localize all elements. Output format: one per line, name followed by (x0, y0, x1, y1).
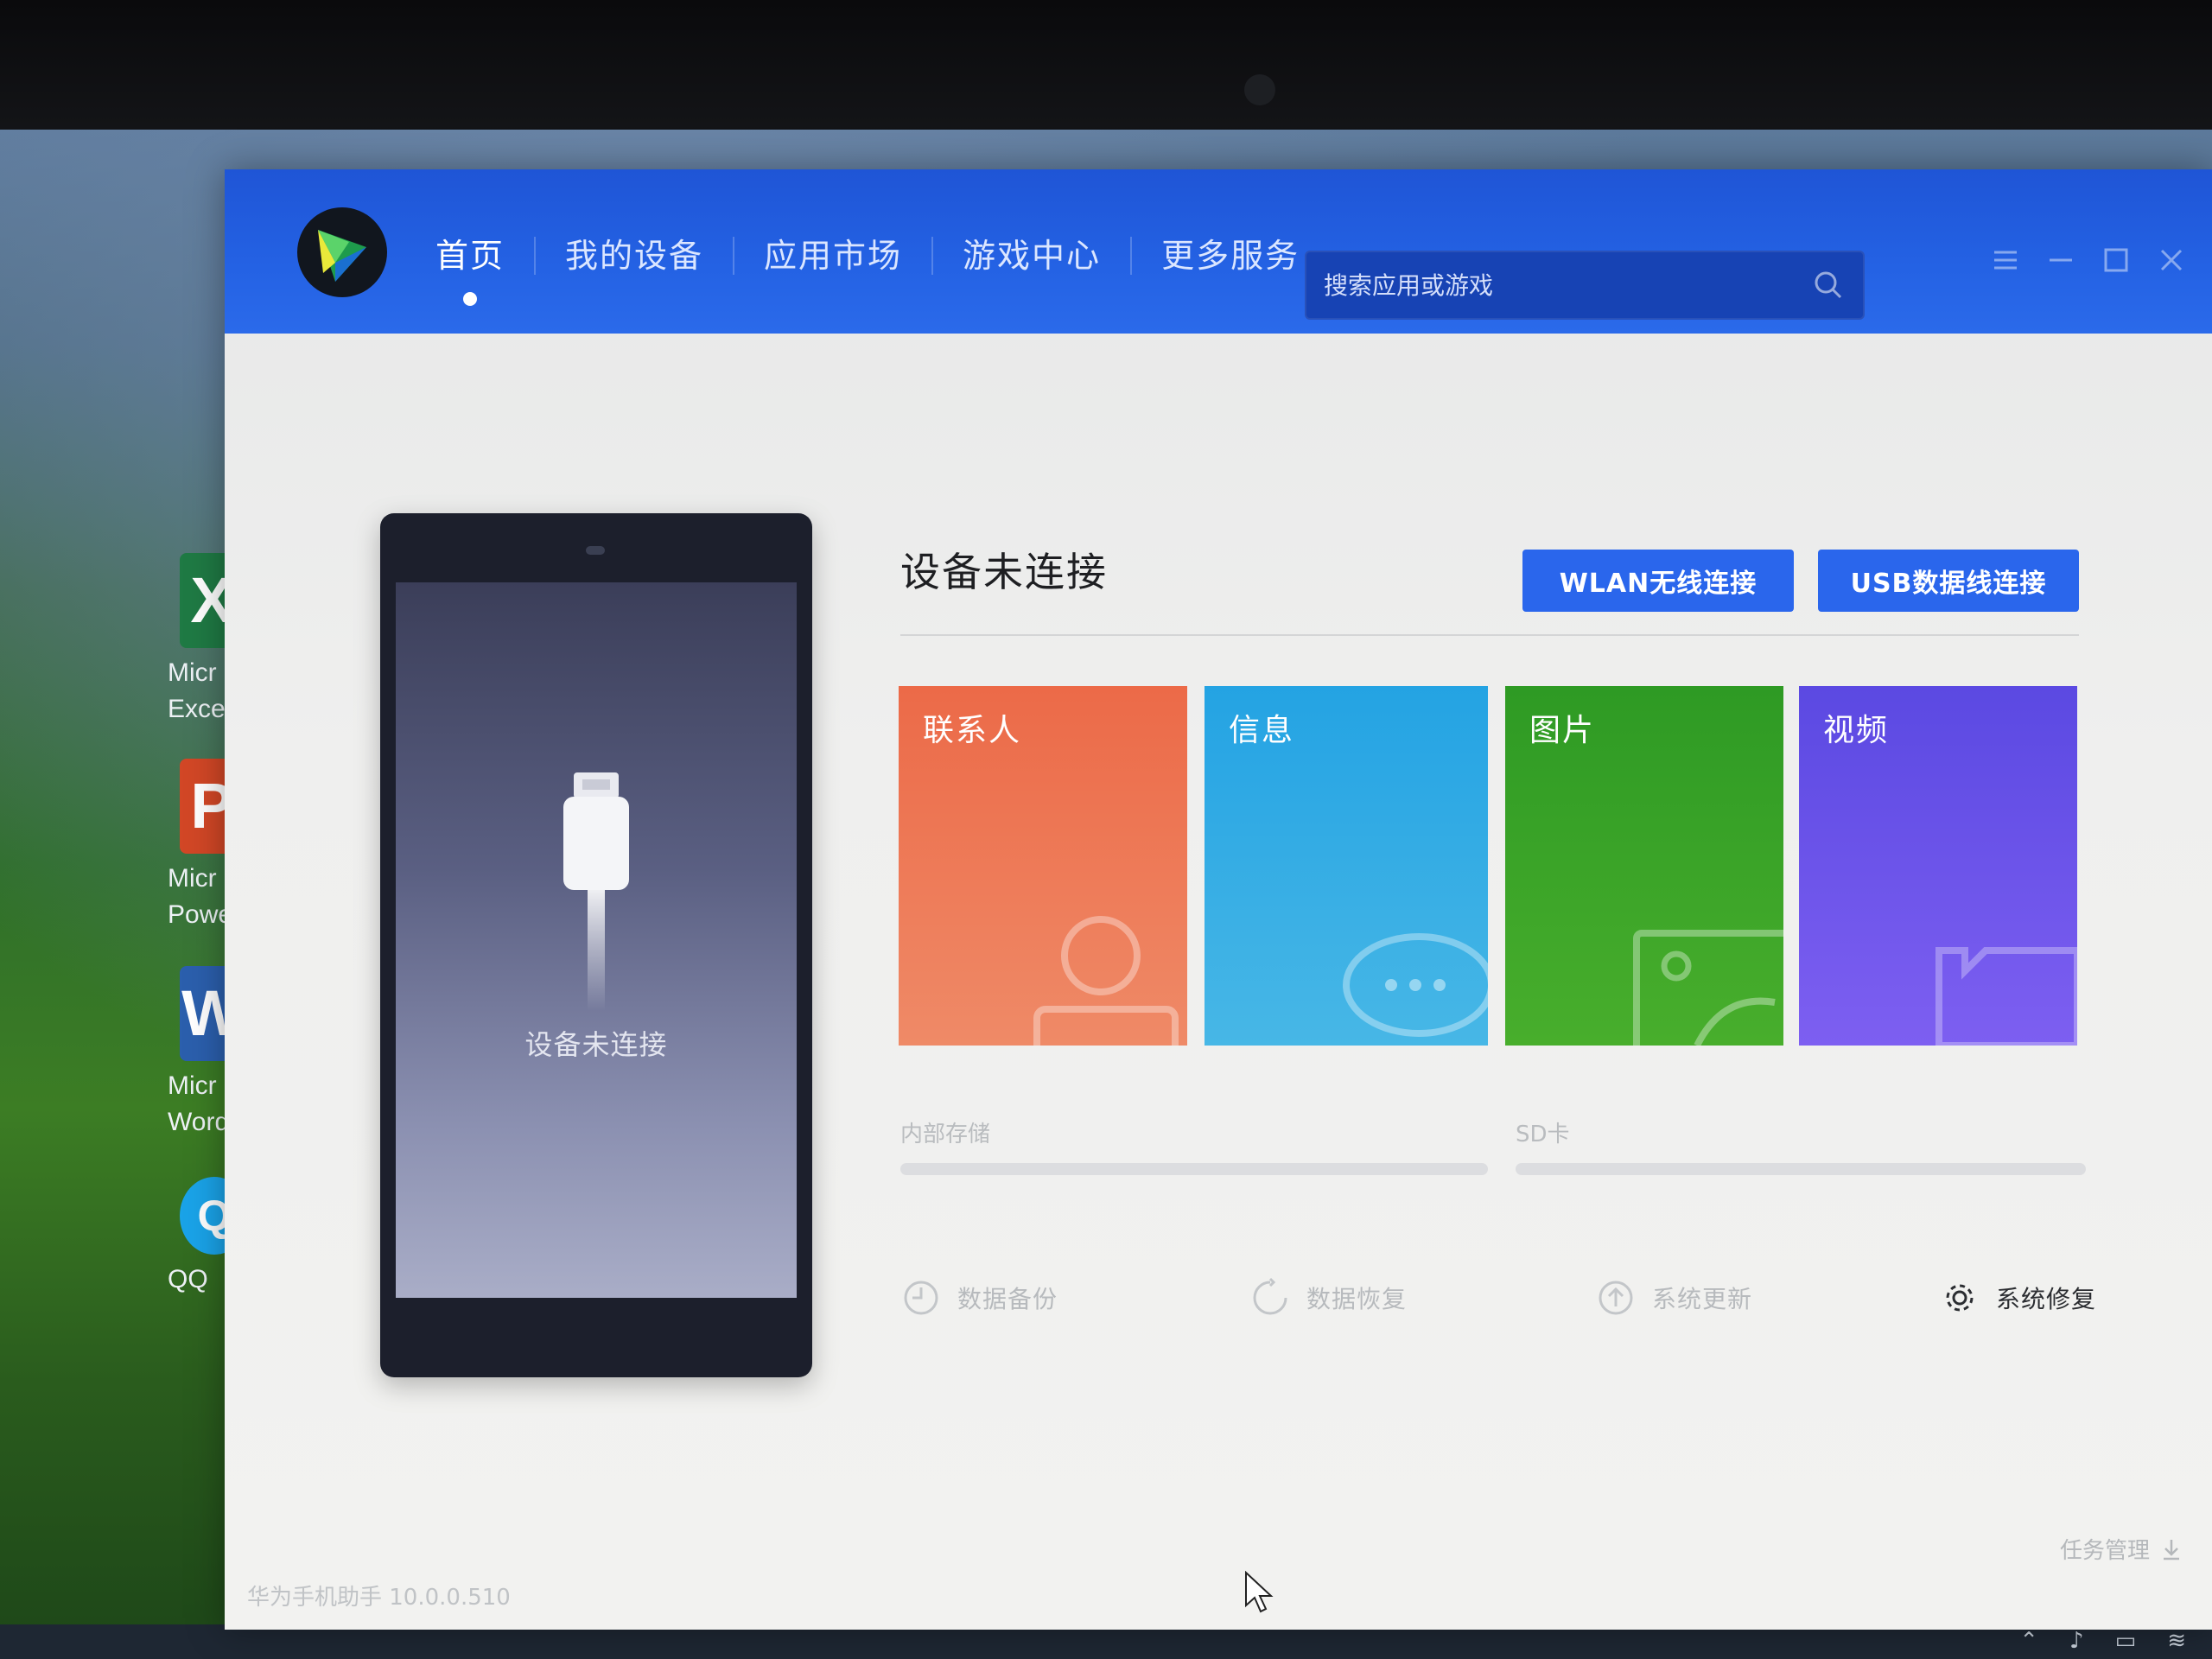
nav-my-device[interactable]: 我的设备 (536, 230, 733, 282)
gear-icon (1946, 1284, 1974, 1312)
action-label: 数据备份 (957, 1285, 1058, 1313)
menu-icon[interactable] (1987, 242, 2024, 278)
tile-contacts[interactable]: 联系人 (899, 686, 1187, 1046)
phone-screen: 设备未连接 (396, 582, 797, 1298)
minimize-icon[interactable] (2043, 242, 2079, 278)
app-logo-icon (297, 207, 387, 297)
restore-icon (1253, 1277, 1287, 1315)
network-icon[interactable]: ▭ (2115, 1628, 2137, 1654)
tile-videos[interactable]: 视频 (1799, 686, 2077, 1046)
data-backup-action[interactable]: 数据备份 (900, 1277, 1058, 1319)
close-icon[interactable] (2153, 242, 2190, 278)
title-bar: 首页 我的设备 应用市场 游戏中心 更多服务 (225, 169, 2212, 334)
chevron-up-icon[interactable]: ⌃ (2019, 1628, 2038, 1654)
internal-storage-bar (900, 1163, 1488, 1175)
sd-card-label: SD卡 (1516, 1122, 1570, 1147)
wifi-icon[interactable]: ≋ (2167, 1628, 2186, 1654)
connection-status-title: 设备未连接 (900, 549, 1108, 595)
sd-card-bar (1516, 1163, 2086, 1175)
action-label: 系统修复 (1996, 1285, 2097, 1313)
action-label: 数据恢复 (1306, 1285, 1408, 1313)
task-manager-label: 任务管理 (2059, 1538, 2150, 1564)
backup-icon (904, 1281, 938, 1315)
maximize-icon[interactable] (2098, 242, 2134, 278)
phone-preview: 设备未连接 (380, 513, 812, 1377)
contact-icon (1033, 916, 1179, 1046)
action-label: 系统更新 (1652, 1285, 1753, 1313)
internal-storage-label: 内部存储 (900, 1122, 991, 1147)
system-tray: ⌃ ♪ ▭ ≋ (2019, 1628, 2186, 1654)
task-manager-link[interactable]: 任务管理 (2060, 1533, 2184, 1565)
tile-messages[interactable]: 信息 (1205, 686, 1488, 1046)
tile-photos[interactable]: 图片 (1505, 686, 1783, 1046)
tile-label: 视频 (1823, 713, 1890, 748)
nav-game-center[interactable]: 游戏中心 (933, 230, 1130, 282)
divider (900, 634, 2079, 636)
phone-speaker (586, 546, 605, 555)
message-icon (1343, 933, 1488, 1037)
main-nav: 首页 我的设备 应用市场 游戏中心 更多服务 (406, 230, 1329, 306)
mouse-cursor-icon (1245, 1571, 1274, 1613)
usb-connect-button[interactable]: USB数据线连接 (1818, 550, 2079, 612)
nav-home[interactable]: 首页 (406, 230, 534, 306)
nav-more-services[interactable]: 更多服务 (1132, 230, 1329, 282)
taskbar (0, 1624, 2212, 1659)
video-icon (1936, 947, 2077, 1046)
search-input[interactable] (1324, 270, 1811, 300)
system-update-action[interactable]: 系统更新 (1595, 1277, 1752, 1319)
download-icon (2164, 1539, 2179, 1560)
tile-label: 信息 (1229, 713, 1295, 748)
wlan-connect-button[interactable]: WLAN无线连接 (1522, 550, 1794, 612)
phone-status-text: 设备未连接 (524, 1028, 668, 1061)
search-box[interactable] (1305, 251, 1865, 320)
data-restore-action[interactable]: 数据恢复 (1249, 1277, 1407, 1319)
usb-plug-icon (563, 772, 629, 1011)
version-label: 华为手机助手 10.0.0.510 (247, 1585, 511, 1611)
search-icon[interactable] (1811, 268, 1846, 302)
webcam (1244, 74, 1275, 105)
photo-icon (1633, 930, 1783, 1046)
update-icon (1599, 1281, 1633, 1315)
tile-label: 图片 (1529, 713, 1596, 748)
app-window: 首页 我的设备 应用市场 游戏中心 更多服务 搜索应用或游戏 设备未连接 设备未… (225, 169, 2212, 1630)
speaker-icon[interactable]: ♪ (2069, 1628, 2084, 1654)
tile-label: 联系人 (923, 713, 1022, 748)
nav-app-market[interactable]: 应用市场 (734, 230, 931, 282)
system-repair-action[interactable]: 系统修复 (1939, 1277, 2096, 1319)
